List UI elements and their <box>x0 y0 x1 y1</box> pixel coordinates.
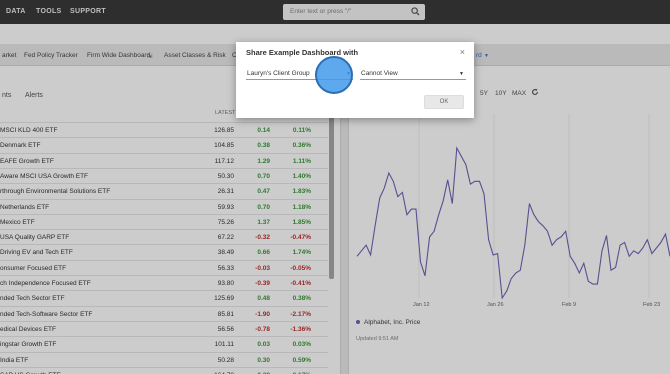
click-indicator <box>315 56 353 94</box>
permission-value: Cannot View <box>361 70 398 77</box>
dialog-title: Share Example Dashboard with <box>246 48 359 57</box>
share-dashboard-dialog: Share Example Dashboard with × Lauryn's … <box>236 42 474 118</box>
close-icon[interactable]: × <box>460 47 465 57</box>
ok-button[interactable]: OK <box>424 95 464 109</box>
chevron-down-icon: ▼ <box>459 71 464 77</box>
permission-select[interactable]: Cannot View ▼ <box>360 68 466 80</box>
ok-button-label: OK <box>439 99 449 105</box>
share-group-value: Lauryn's Client Group <box>247 70 310 77</box>
